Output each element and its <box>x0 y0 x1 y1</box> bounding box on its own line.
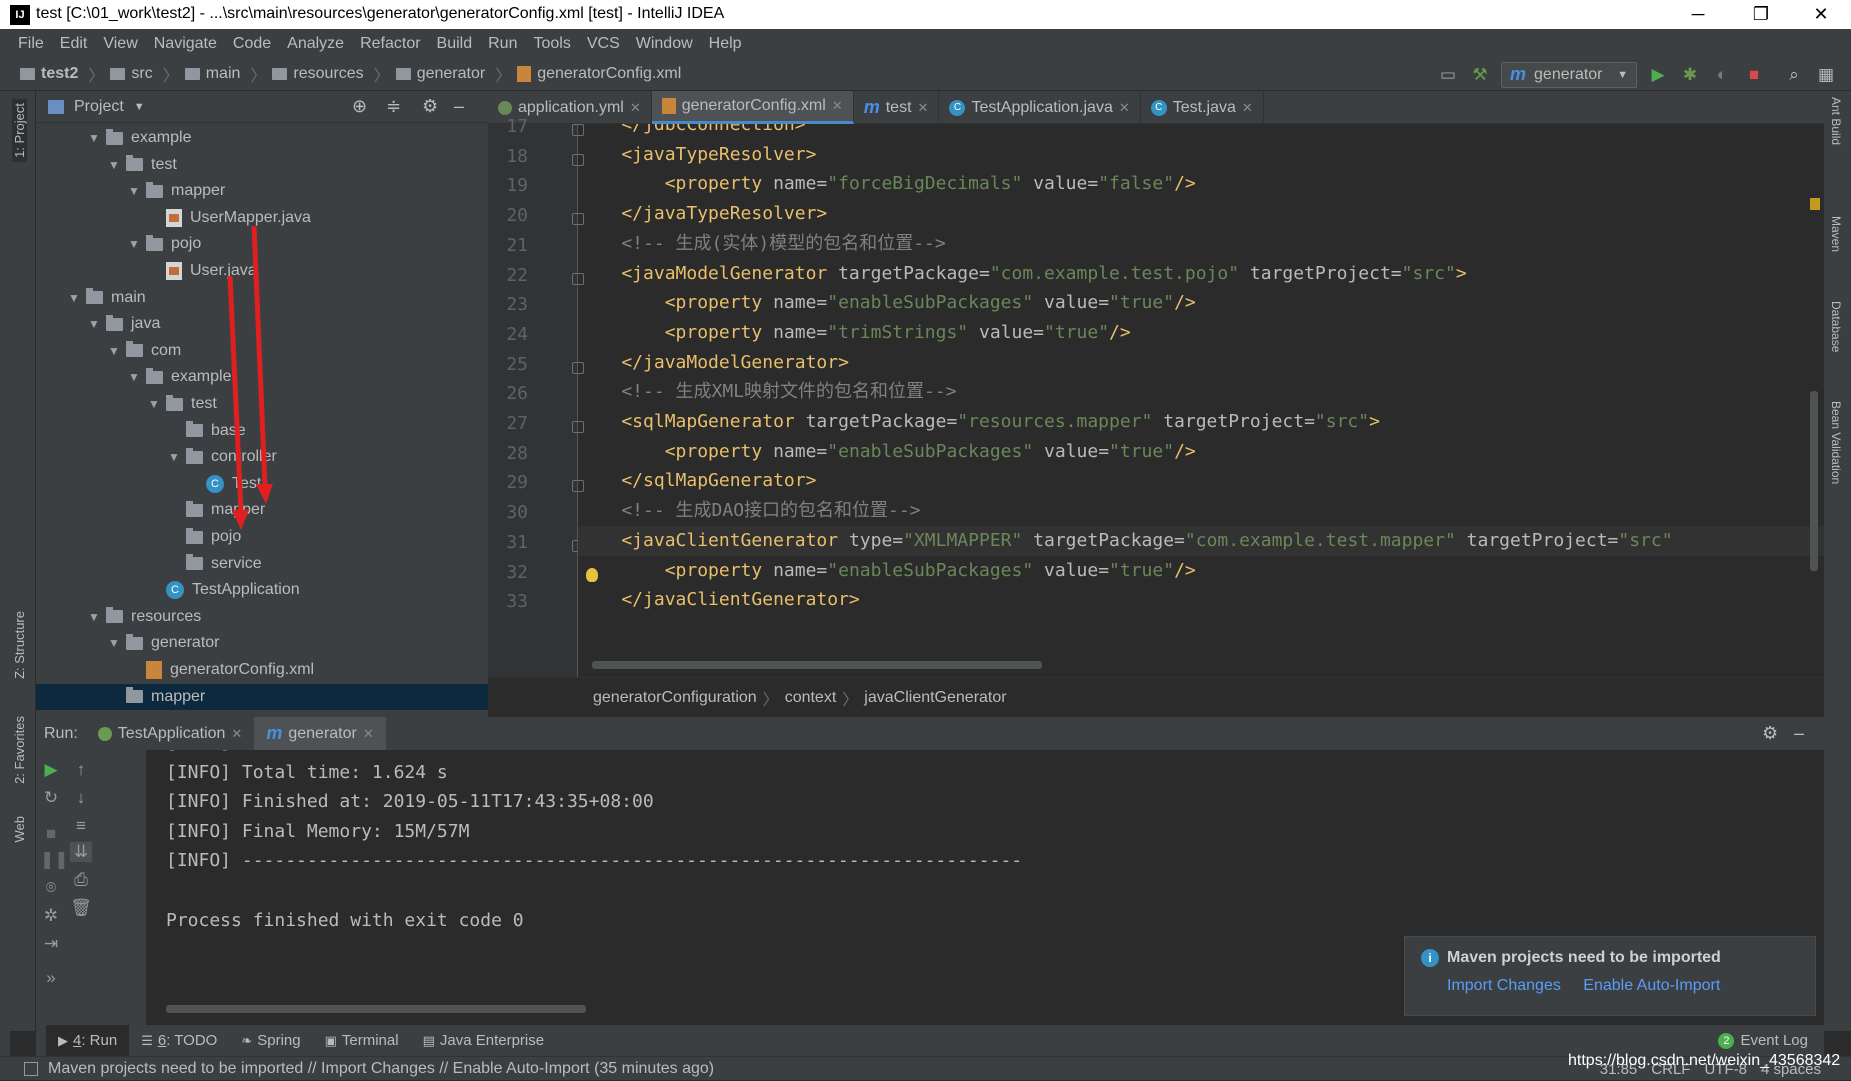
red-arrow-2-head <box>256 484 273 504</box>
annotation-arrows <box>227 225 273 530</box>
red-arrow-1 <box>227 275 244 513</box>
red-arrow-2 <box>251 225 268 487</box>
red-arrow-1-head <box>232 510 249 530</box>
